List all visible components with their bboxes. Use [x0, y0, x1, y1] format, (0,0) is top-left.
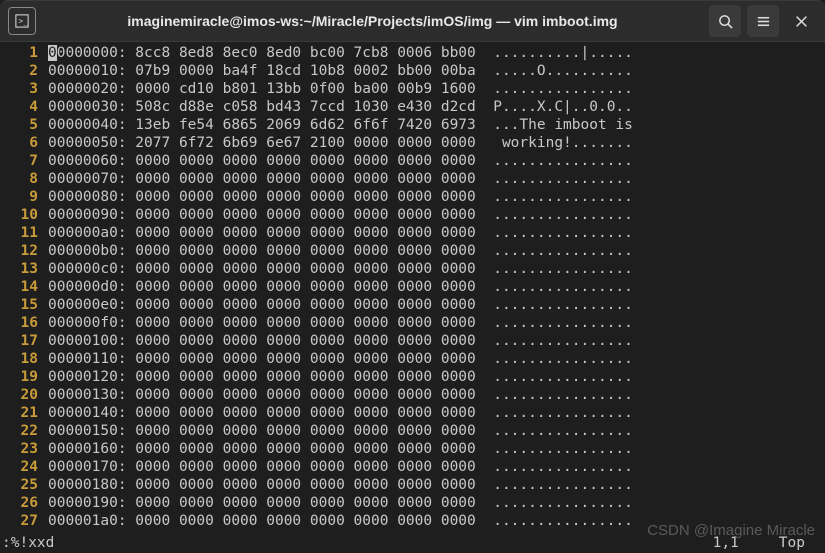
svg-text:>_: >_ [19, 17, 29, 26]
hex-content: 00000050: 2077 6f72 6b69 6e67 2100 0000 … [48, 134, 633, 152]
hex-row: 700000060: 0000 0000 0000 0000 0000 0000… [0, 152, 825, 170]
hamburger-icon [756, 14, 771, 29]
line-number: 11 [0, 224, 48, 242]
line-number: 17 [0, 332, 48, 350]
hex-row: 1700000100: 0000 0000 0000 0000 0000 000… [0, 332, 825, 350]
line-number: 27 [0, 512, 48, 530]
line-number: 3 [0, 80, 48, 98]
hex-content: 00000160: 0000 0000 0000 0000 0000 0000 … [48, 440, 633, 458]
hex-content: 000000e0: 0000 0000 0000 0000 0000 0000 … [48, 296, 633, 314]
hex-content: 00000090: 0000 0000 0000 0000 0000 0000 … [48, 206, 633, 224]
hex-row: 1000000090: 0000 0000 0000 0000 0000 000… [0, 206, 825, 224]
hex-content: 00000000: 8cc8 8ed8 8ec0 8ed0 bc00 7cb8 … [48, 44, 633, 62]
hex-row: 2400000170: 0000 0000 0000 0000 0000 000… [0, 458, 825, 476]
line-number: 2 [0, 62, 48, 80]
hex-row: 2100000140: 0000 0000 0000 0000 0000 000… [0, 404, 825, 422]
status-scroll: Top [779, 535, 825, 553]
hex-row: 2300000160: 0000 0000 0000 0000 0000 000… [0, 440, 825, 458]
hex-row: 600000050: 2077 6f72 6b69 6e67 2100 0000… [0, 134, 825, 152]
line-number: 18 [0, 350, 48, 368]
hex-row: 1900000120: 0000 0000 0000 0000 0000 000… [0, 368, 825, 386]
hex-row: 15000000e0: 0000 0000 0000 0000 0000 000… [0, 296, 825, 314]
hex-content: 00000140: 0000 0000 0000 0000 0000 0000 … [48, 404, 633, 422]
line-number: 25 [0, 476, 48, 494]
hex-content: 00000190: 0000 0000 0000 0000 0000 0000 … [48, 494, 633, 512]
hex-row: 2200000150: 0000 0000 0000 0000 0000 000… [0, 422, 825, 440]
close-button[interactable] [785, 5, 817, 37]
line-number: 21 [0, 404, 48, 422]
hex-content: 00000020: 0000 cd10 b801 13bb 0f00 ba00 … [48, 80, 633, 98]
line-number: 5 [0, 116, 48, 134]
hex-row: 500000040: 13eb fe54 6865 2069 6d62 6f6f… [0, 116, 825, 134]
hex-content: 000000c0: 0000 0000 0000 0000 0000 0000 … [48, 260, 633, 278]
line-number: 9 [0, 188, 48, 206]
hex-row: 2000000130: 0000 0000 0000 0000 0000 000… [0, 386, 825, 404]
line-number: 14 [0, 278, 48, 296]
line-number: 4 [0, 98, 48, 116]
line-number: 24 [0, 458, 48, 476]
hex-content: 000000b0: 0000 0000 0000 0000 0000 0000 … [48, 242, 633, 260]
hex-content: 000001a0: 0000 0000 0000 0000 0000 0000 … [48, 512, 633, 530]
cursor: 0 [48, 45, 57, 61]
line-number: 23 [0, 440, 48, 458]
hex-row: 12000000b0: 0000 0000 0000 0000 0000 000… [0, 242, 825, 260]
hex-row: 200000010: 07b9 0000 ba4f 18cd 10b8 0002… [0, 62, 825, 80]
hex-content: 00000100: 0000 0000 0000 0000 0000 0000 … [48, 332, 633, 350]
hex-row: 14000000d0: 0000 0000 0000 0000 0000 000… [0, 278, 825, 296]
line-number: 16 [0, 314, 48, 332]
line-number: 13 [0, 260, 48, 278]
hex-content: 00000130: 0000 0000 0000 0000 0000 0000 … [48, 386, 633, 404]
hex-row: 2500000180: 0000 0000 0000 0000 0000 000… [0, 476, 825, 494]
hex-row: 800000070: 0000 0000 0000 0000 0000 0000… [0, 170, 825, 188]
line-number: 7 [0, 152, 48, 170]
hex-content: 00000040: 13eb fe54 6865 2069 6d62 6f6f … [48, 116, 633, 134]
line-number: 6 [0, 134, 48, 152]
hex-content: 00000180: 0000 0000 0000 0000 0000 0000 … [48, 476, 633, 494]
hex-row: 16000000f0: 0000 0000 0000 0000 0000 000… [0, 314, 825, 332]
hex-row: 100000000: 8cc8 8ed8 8ec0 8ed0 bc00 7cb8… [0, 44, 825, 62]
hex-row: 1800000110: 0000 0000 0000 0000 0000 000… [0, 350, 825, 368]
hex-content: 00000120: 0000 0000 0000 0000 0000 0000 … [48, 368, 633, 386]
titlebar: >_ imaginemiracle@imos-ws:~/Miracle/Proj… [0, 0, 825, 42]
hex-content: 00000170: 0000 0000 0000 0000 0000 0000 … [48, 458, 633, 476]
close-icon [795, 15, 808, 28]
status-command: :%!xxd [0, 535, 713, 553]
hex-row: 300000020: 0000 cd10 b801 13bb 0f00 ba00… [0, 80, 825, 98]
hex-content: 00000150: 0000 0000 0000 0000 0000 0000 … [48, 422, 633, 440]
hex-content: 000000d0: 0000 0000 0000 0000 0000 0000 … [48, 278, 633, 296]
line-number: 12 [0, 242, 48, 260]
hex-content: 000000f0: 0000 0000 0000 0000 0000 0000 … [48, 314, 633, 332]
line-number: 1 [0, 44, 48, 62]
status-position: 1,1 [713, 535, 779, 553]
hex-row: 13000000c0: 0000 0000 0000 0000 0000 000… [0, 260, 825, 278]
line-number: 10 [0, 206, 48, 224]
hex-content: 00000010: 07b9 0000 ba4f 18cd 10b8 0002 … [48, 62, 633, 80]
hex-content: 00000110: 0000 0000 0000 0000 0000 0000 … [48, 350, 633, 368]
line-number: 20 [0, 386, 48, 404]
hex-content: 00000060: 0000 0000 0000 0000 0000 0000 … [48, 152, 633, 170]
search-button[interactable] [709, 5, 741, 37]
line-number: 26 [0, 494, 48, 512]
menu-button[interactable] [747, 5, 779, 37]
hex-row: 900000080: 0000 0000 0000 0000 0000 0000… [0, 188, 825, 206]
status-bar: :%!xxd 1,1 Top [0, 535, 825, 553]
line-number: 19 [0, 368, 48, 386]
line-number: 15 [0, 296, 48, 314]
line-number: 8 [0, 170, 48, 188]
titlebar-left: >_ [8, 7, 36, 35]
window-title: imaginemiracle@imos-ws:~/Miracle/Project… [36, 13, 709, 29]
hex-content: 00000070: 0000 0000 0000 0000 0000 0000 … [48, 170, 633, 188]
titlebar-right [709, 5, 817, 37]
line-number: 22 [0, 422, 48, 440]
new-tab-button[interactable]: >_ [8, 7, 36, 35]
hex-row: 400000030: 508c d88e c058 bd43 7ccd 1030… [0, 98, 825, 116]
terminal-icon: >_ [15, 14, 29, 28]
search-icon [718, 14, 733, 29]
hex-row: 2600000190: 0000 0000 0000 0000 0000 000… [0, 494, 825, 512]
editor-area[interactable]: 100000000: 8cc8 8ed8 8ec0 8ed0 bc00 7cb8… [0, 42, 825, 532]
hex-content: 00000030: 508c d88e c058 bd43 7ccd 1030 … [48, 98, 633, 116]
hex-content: 000000a0: 0000 0000 0000 0000 0000 0000 … [48, 224, 633, 242]
hex-row: 11000000a0: 0000 0000 0000 0000 0000 000… [0, 224, 825, 242]
hex-content: 00000080: 0000 0000 0000 0000 0000 0000 … [48, 188, 633, 206]
